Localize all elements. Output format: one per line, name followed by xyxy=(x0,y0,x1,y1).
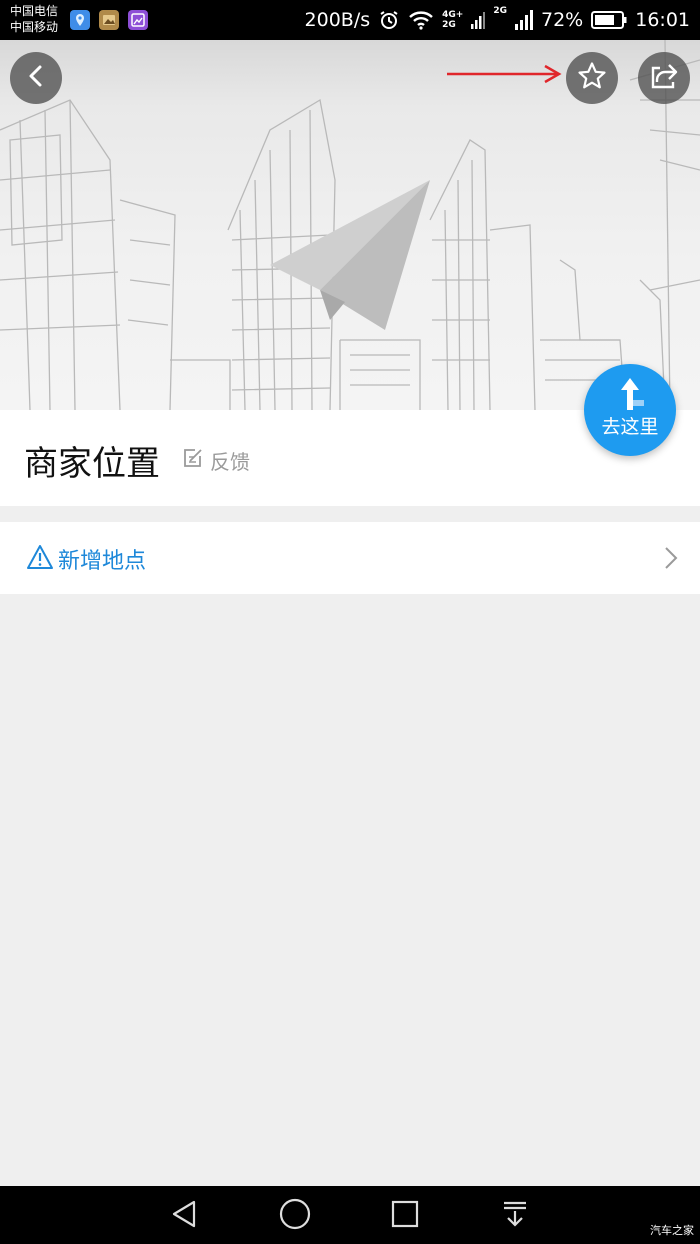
alarm-icon xyxy=(378,9,400,31)
nav-notifications-button[interactable] xyxy=(497,1198,533,1234)
net-speed: 200B/s xyxy=(304,9,371,31)
annotation-arrow xyxy=(447,64,562,84)
watermark-text: 汽车之家 xyxy=(650,1224,694,1237)
add-place-label: 新增地点 xyxy=(58,549,147,574)
chevron-left-icon xyxy=(24,64,48,92)
triangle-back-icon xyxy=(170,1199,198,1233)
hero-banner xyxy=(0,40,700,410)
back-button[interactable] xyxy=(10,52,62,104)
carrier-1: 中国电信 xyxy=(10,4,59,18)
signal-icon-2 xyxy=(515,9,533,31)
chevron-right-icon xyxy=(664,546,678,574)
route-arrow-icon xyxy=(621,378,644,410)
warning-icon xyxy=(26,544,54,574)
net-4g-label: 4G+ xyxy=(442,10,464,20)
net-2g-label-b: 2G xyxy=(493,6,507,16)
carrier-info: 中国电信 中国移动 xyxy=(10,3,58,35)
maps-app-icon xyxy=(70,10,90,30)
gallery-app-icon xyxy=(128,10,148,30)
navigate-here-label: 去这里 xyxy=(601,416,659,438)
place-title: 商家位置 xyxy=(24,444,160,484)
wifi-icon xyxy=(408,10,434,30)
circle-home-icon xyxy=(279,1198,311,1234)
favorite-button[interactable] xyxy=(566,52,618,104)
photo-app-icon xyxy=(99,10,119,30)
network-labels: 4G+ 2G xyxy=(442,10,463,30)
nav-recents-button[interactable] xyxy=(387,1198,423,1234)
system-nav-bar: 汽车之家 xyxy=(0,1186,700,1244)
clock-time: 16:01 xyxy=(635,9,690,31)
navigate-here-button[interactable]: 去这里 xyxy=(584,364,676,456)
star-icon xyxy=(577,61,607,95)
share-button[interactable] xyxy=(638,52,690,104)
square-recents-icon xyxy=(391,1200,419,1232)
status-indicators: 200B/s 4G+ 2G 2G 72% 16:01 xyxy=(305,0,690,40)
feedback-label: 反馈 xyxy=(210,450,250,474)
status-bar: 中国电信 中国移动 200B/s 4G+ 2G 2G 72% 16:01 xyxy=(0,0,700,40)
pull-down-icon xyxy=(502,1200,528,1232)
add-place-row[interactable]: 新增地点 xyxy=(0,522,700,594)
nav-home-button[interactable] xyxy=(277,1198,313,1234)
share-icon xyxy=(649,61,679,95)
nav-back-button[interactable] xyxy=(166,1198,202,1234)
battery-percent: 72% xyxy=(541,9,584,31)
paper-plane-graphic xyxy=(270,180,430,330)
feedback-link[interactable]: 反馈 xyxy=(182,446,250,475)
edit-icon xyxy=(182,447,204,474)
signal-icon-1 xyxy=(471,10,486,30)
battery-icon xyxy=(591,11,627,29)
net-2g-label: 2G xyxy=(442,20,456,30)
carrier-2: 中国移动 xyxy=(10,20,59,34)
